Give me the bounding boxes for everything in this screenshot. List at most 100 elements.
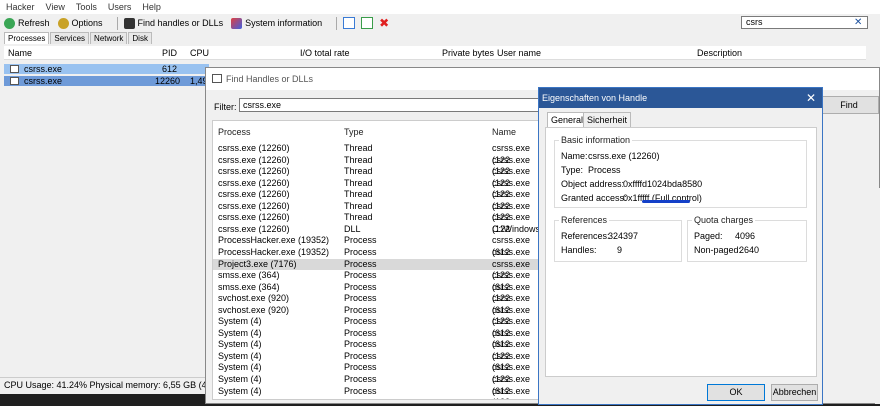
- table-row[interactable]: System (4)Processcsrss.exe (122: [213, 386, 548, 399]
- object-address-label: Object address:: [561, 179, 625, 189]
- column-cpu[interactable]: CPU: [190, 48, 209, 58]
- menu-tools[interactable]: Tools: [76, 2, 97, 12]
- cell-type: Thread: [344, 166, 373, 177]
- column-description[interactable]: Description: [697, 48, 742, 58]
- cell-process: svchost.exe (920): [218, 293, 290, 304]
- table-row[interactable]: csrss.exe (12260) Thread csrss.exe (122: [213, 143, 548, 165]
- cell-type: Process: [344, 327, 377, 338]
- cell-type: DLL: [344, 223, 361, 234]
- table-row[interactable]: smss.exe (364) Process csrss.exe (612: [213, 270, 548, 292]
- cell-type: Process: [344, 246, 377, 257]
- table-row[interactable]: ProcessHacker.exe (19352) Process csrss.ex…: [213, 235, 548, 257]
- tab-services[interactable]: Services: [50, 32, 90, 44]
- column-user-name[interactable]: User name: [497, 48, 541, 58]
- window-icon[interactable]: [343, 17, 356, 29]
- table-row[interactable]: csrss.exe (12260) Thread csrss.exe (122: [213, 189, 548, 211]
- table-row[interactable]: System (4) Process csrss.exe (612: [213, 374, 548, 396]
- table-row[interactable]: csrss.exe 612: [4, 64, 209, 74]
- column-private-bytes[interactable]: Private bytes: [442, 48, 494, 58]
- find-handles-button[interactable]: Find handles or DLLs: [123, 17, 224, 29]
- table-row[interactable]: Project3.exe (7176) Process csrss.exe (122: [213, 258, 548, 280]
- filter-input[interactable]: csrss.exe: [239, 98, 547, 112]
- tab-processes[interactable]: Processes: [4, 32, 50, 44]
- window-add-icon[interactable]: [361, 17, 374, 29]
- menu-bar: Hacker View Tools Users Help: [0, 0, 880, 14]
- table-row[interactable]: csrss.exe 12260 1,49: [4, 76, 209, 86]
- find-button[interactable]: Find: [819, 96, 879, 114]
- cell-type: Thread: [344, 177, 373, 188]
- refresh-button[interactable]: Refresh: [4, 17, 50, 29]
- paged-value: 4096: [735, 231, 756, 241]
- cell-process: ProcessHacker.exe (19352): [218, 246, 330, 257]
- cell-process: csrss.exe (12260): [218, 177, 290, 188]
- search-input[interactable]: csrs: [741, 16, 868, 29]
- cell-process: csrss.exe (12260): [218, 212, 290, 223]
- cell-type: Process: [344, 339, 377, 350]
- tab-network[interactable]: Network: [90, 32, 128, 44]
- cell-process: csrss.exe (12260): [218, 223, 290, 234]
- toolbar-separator: [116, 16, 118, 30]
- references-title: References: [559, 215, 610, 225]
- refresh-icon: [4, 17, 15, 29]
- table-row[interactable]: ProcessHacker.exe (19352) Process csrss.ex…: [213, 246, 548, 269]
- column-handle-name[interactable]: Name: [492, 127, 516, 137]
- table-row[interactable]: csrss.exe (12260) Thread csrss.exe (122: [213, 177, 548, 200]
- type-value: Process: [588, 165, 621, 175]
- table-row[interactable]: csrss.exe (12260) Thread csrss.exe (122: [213, 154, 548, 177]
- system-information-button[interactable]: System information: [231, 17, 322, 29]
- cell-process: Project3.exe (7176): [218, 258, 297, 269]
- menu-users[interactable]: Users: [108, 2, 132, 12]
- table-row[interactable]: System (4) Process csrss.exe (612: [213, 351, 548, 373]
- column-name[interactable]: Name: [8, 48, 32, 58]
- tab-sicherheit[interactable]: Sicherheit: [583, 112, 632, 127]
- table-row[interactable]: csrss.exe (12260) Thread csrss.exe (122: [213, 200, 548, 223]
- options-label: Options: [71, 18, 103, 28]
- table-row[interactable]: System (4) Process csrss.exe (612: [213, 327, 548, 350]
- menu-view[interactable]: View: [46, 2, 65, 12]
- table-row[interactable]: csrss.exe (12260) Thread csrss.exe (122: [213, 166, 548, 188]
- column-process[interactable]: Process: [218, 127, 251, 137]
- cell-process: csrss.exe (12260): [218, 154, 290, 165]
- menu-hacker[interactable]: Hacker: [6, 2, 35, 12]
- column-type[interactable]: Type: [344, 127, 364, 137]
- cell-process: System (4): [218, 374, 262, 384]
- column-pid[interactable]: PID: [162, 48, 177, 58]
- handles-table: Process Type Name csrss.exe (12260) Threa…: [212, 120, 549, 400]
- cell-process: System (4): [218, 362, 262, 373]
- menu-help[interactable]: Help: [142, 2, 161, 12]
- refresh-label: Refresh: [18, 18, 50, 28]
- close-icon[interactable]: ✕: [806, 91, 816, 105]
- ok-button[interactable]: OK: [707, 384, 765, 401]
- cell-type: Thread: [344, 143, 373, 153]
- scrollbar[interactable]: [875, 188, 880, 404]
- cell-process: System (4): [218, 339, 262, 350]
- clear-search-icon[interactable]: ✕: [854, 16, 862, 29]
- tab-disk[interactable]: Disk: [128, 32, 152, 44]
- cell-type: Thread: [344, 212, 373, 223]
- cell-type: Process: [344, 270, 377, 281]
- table-row[interactable]: svchost.exe (920) Process csrss.exe (122: [213, 305, 548, 327]
- find-handles-label: Find handles or DLLs: [137, 18, 224, 28]
- table-row[interactable]: csrss.exe (12260) Thread csrss.exe (122: [213, 212, 548, 234]
- table-row[interactable]: csrss.exe (12260) DLL C:\Windows\S: [213, 224, 548, 236]
- table-row[interactable]: System (4) Process csrss.exe (612: [213, 316, 548, 338]
- non-paged-label: Non-paged:: [694, 245, 742, 255]
- tab-general[interactable]: General: [547, 112, 588, 127]
- terminate-icon[interactable]: ✖: [379, 16, 389, 30]
- cancel-button[interactable]: Abbrechen: [771, 384, 818, 401]
- table-row[interactable]: System (4)Processcsrss.exe (122: [213, 362, 548, 384]
- table-row[interactable]: System (4)Processcsrss.exe (122: [213, 339, 548, 361]
- handles-value: 9: [617, 245, 623, 255]
- cell-process: smss.exe (364): [218, 270, 280, 281]
- chart-icon: [231, 17, 243, 29]
- cell-type: Thread: [344, 200, 373, 211]
- table-row[interactable]: smss.exe (364) Process csrss.exe (122: [213, 282, 548, 304]
- column-io[interactable]: I/O total rate: [300, 48, 350, 58]
- cell-process: csrss.exe (12260): [218, 189, 290, 200]
- gear-icon: [57, 17, 69, 29]
- cell-process: ProcessHacker.exe (19352): [218, 235, 330, 246]
- non-paged-value: 2640: [739, 245, 760, 255]
- table-row[interactable]: svchost.exe (920) Process csrss.exe (612: [213, 293, 548, 315]
- cell-type: Process: [344, 293, 377, 304]
- options-button[interactable]: Options: [57, 17, 103, 29]
